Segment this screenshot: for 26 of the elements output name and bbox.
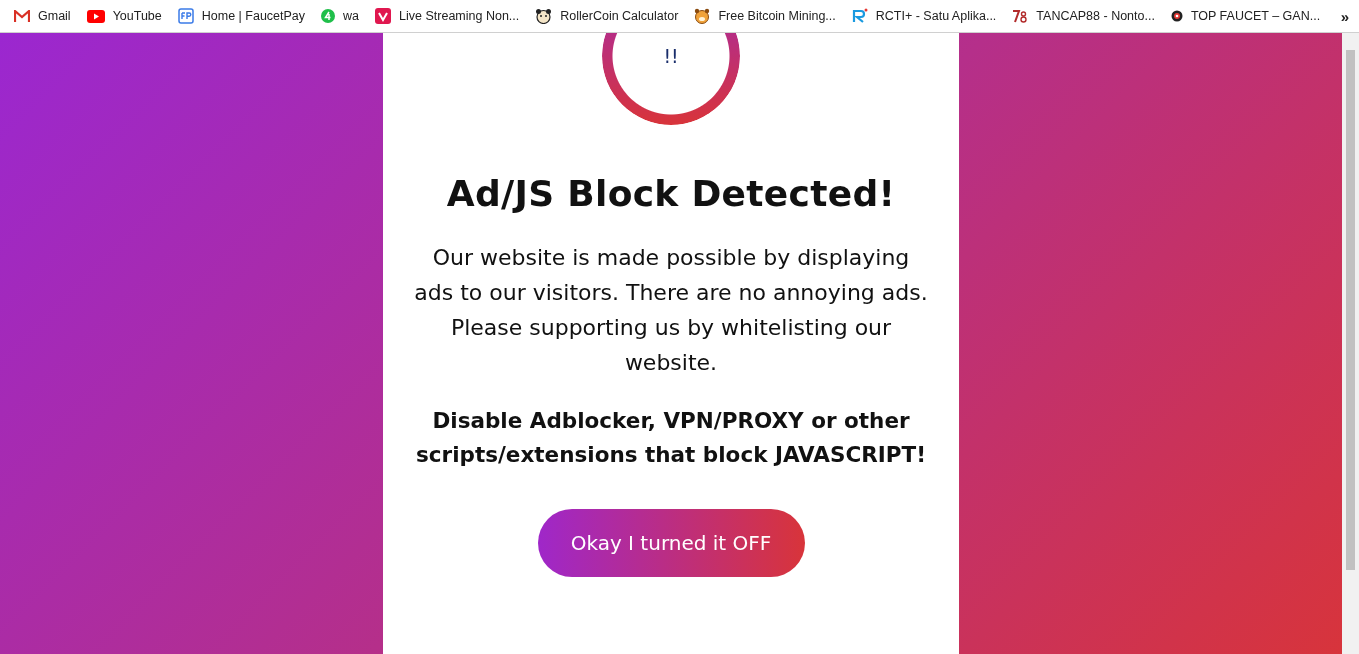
confirm-button[interactable]: Okay I turned it OFF	[537, 509, 805, 577]
bookmark-link[interactable]: Free Bitcoin Mining...	[694, 8, 836, 24]
bookmark-link[interactable]: TOP FAUCET – GAN...	[1170, 9, 1321, 23]
hamster-icon	[535, 8, 553, 24]
play-icon	[86, 9, 105, 23]
bookmark-link[interactable]: Gmail	[14, 9, 71, 23]
warning-text: Disable Adblocker, VPN/PROXY or other scripts/extensions that block JAVASCRIPT!	[415, 407, 927, 469]
letter-r-icon	[851, 8, 868, 24]
icon-text: !!	[662, 45, 680, 67]
bookmark-link[interactable]: RollerCoin Calculator	[535, 8, 679, 24]
logo-icon	[1012, 8, 1029, 24]
scrollbar[interactable]	[1342, 33, 1359, 654]
square-icon	[177, 8, 194, 24]
mail-icon	[14, 10, 30, 22]
message-text: Our website is made possible by displaying ads to our visitors. There are no annoying ads. Please supporting us by whitelisting our website.	[413, 244, 929, 377]
bookmark-link[interactable]: Live Streaming Non...	[375, 8, 520, 24]
bookmark-link[interactable]: YouTube	[86, 9, 162, 23]
bookmark-link[interactable]: wa	[321, 9, 360, 23]
more-bookmarks-button[interactable]: »	[1340, 7, 1349, 25]
circle-icon	[321, 9, 336, 23]
badge-icon	[1170, 10, 1183, 22]
dialog-title: Ad/JS Block Detected!	[446, 173, 896, 214]
bookmark-link[interactable]: TANCAP88 - Nonto...	[1012, 8, 1155, 24]
animal-icon	[694, 8, 711, 24]
bookmark-link[interactable]: Home | FaucetPay	[177, 8, 306, 24]
bookmark-link[interactable]: RCTI+ - Satu Aplika...	[851, 8, 997, 24]
